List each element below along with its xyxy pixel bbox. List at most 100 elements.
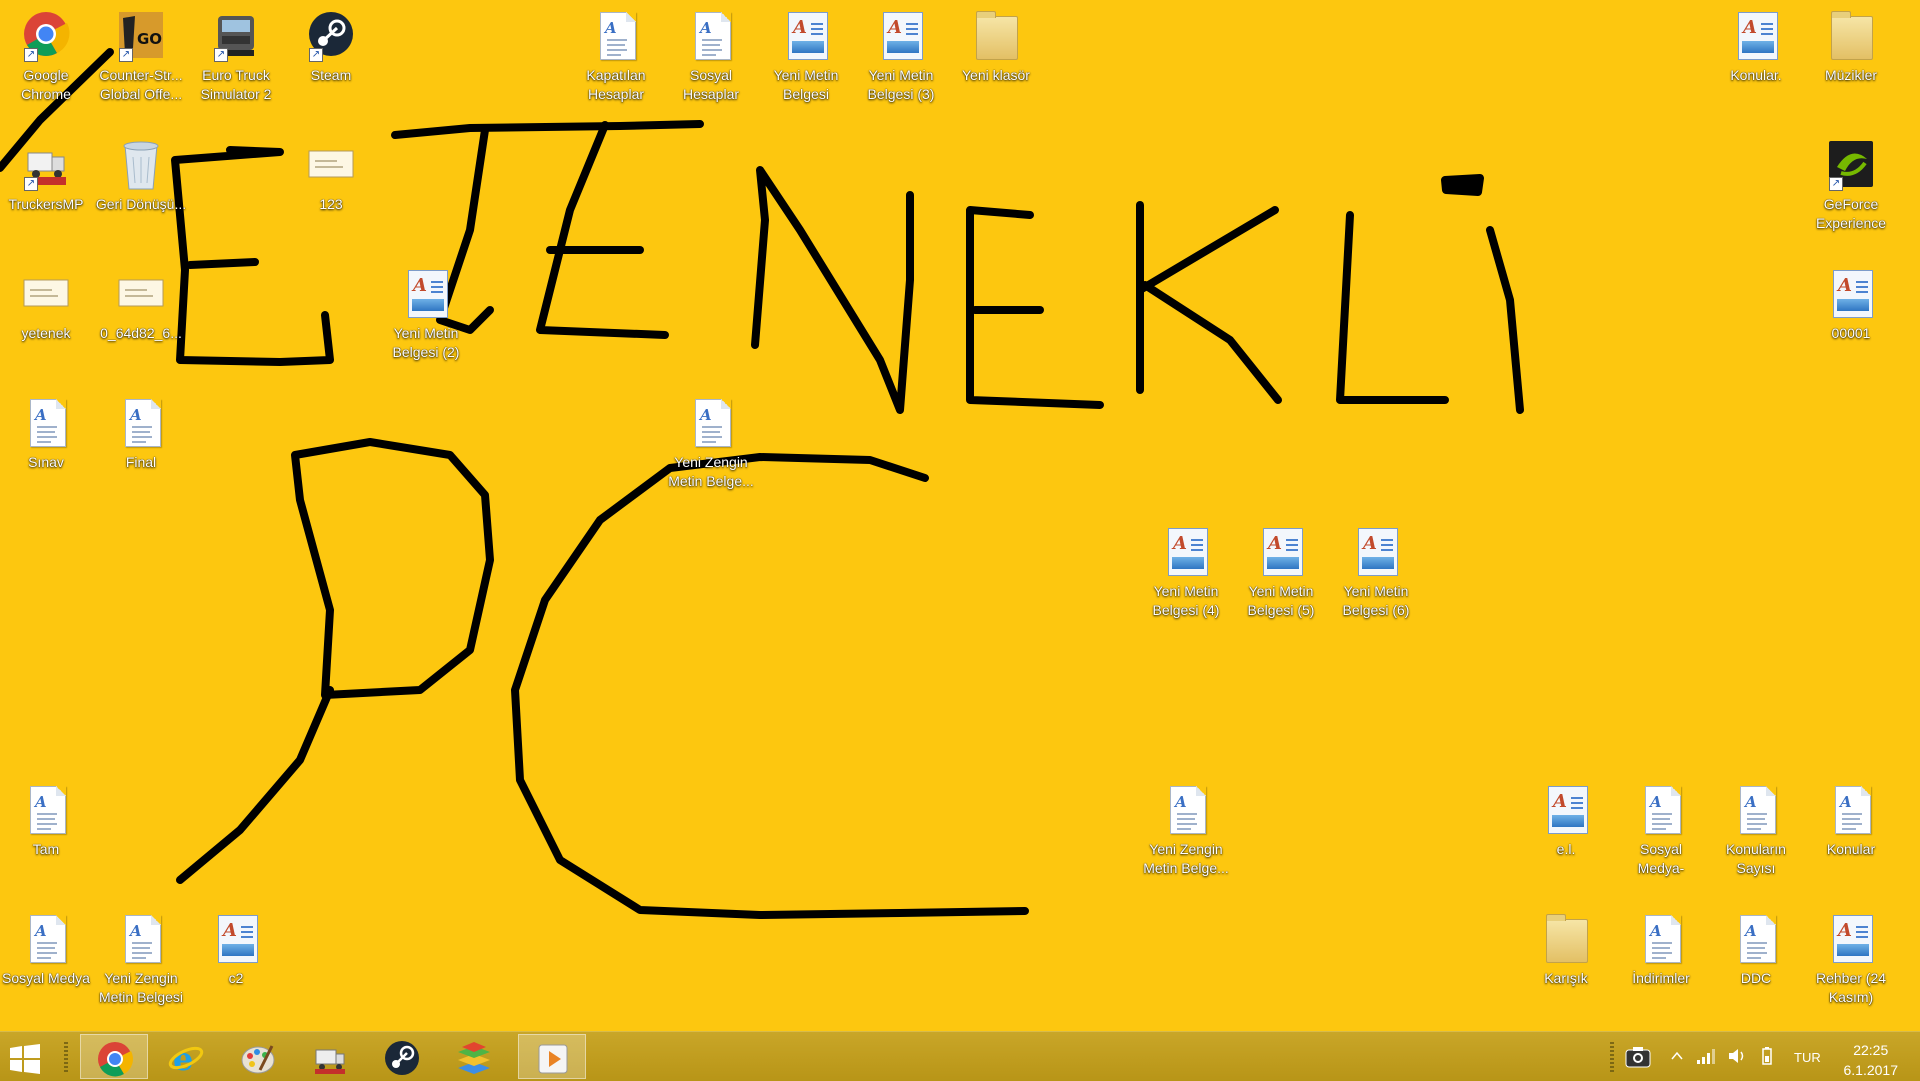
desktop-icon-truckersmp[interactable]: ↗ TruckersMP	[0, 133, 92, 214]
desktop-icon-rehber[interactable]: A Rehber (24 Kasım)	[1805, 907, 1897, 1007]
image-file-icon	[308, 150, 354, 178]
desktop-icon-muzikler[interactable]: Müzikler	[1805, 4, 1897, 85]
folder-icon	[1831, 11, 1873, 60]
taskbar-truckersmp-button[interactable]	[296, 1034, 364, 1079]
desktop-icon-label: yetenek	[21, 325, 71, 341]
wordpad-document-icon: A	[1833, 915, 1873, 963]
desktop-icon-img-64d82[interactable]: 0_64d82_6...	[95, 262, 187, 343]
desktop-icon-csgo[interactable]: GO ↗ Counter-Str... Global Offe...	[95, 4, 187, 104]
network-icon[interactable]	[1696, 1047, 1716, 1065]
media-player-icon	[538, 1044, 568, 1074]
desktop-icon-yeni-zengin-2[interactable]: A Yeni Zengin Metin Belge...	[1140, 778, 1232, 878]
document-icon: A	[1740, 915, 1776, 963]
desktop-icon-label: DDC	[1740, 970, 1772, 986]
wordpad-document-icon: A	[1358, 528, 1398, 576]
desktop-icon-geri-donusum[interactable]: Geri Dönüşü...	[95, 133, 187, 214]
desktop-icon-euro-truck[interactable]: ↗ Euro Truck Simulator 2	[190, 4, 282, 104]
clock[interactable]: 22:25 6.1.2017	[1844, 1040, 1899, 1080]
desktop-icon-image: A	[1827, 266, 1875, 322]
taskbar-chrome-button[interactable]	[80, 1034, 148, 1079]
wordpad-document-icon: A	[218, 915, 258, 963]
show-hidden-icons-icon[interactable]	[1670, 1050, 1684, 1062]
document-icon: A	[600, 12, 636, 60]
recycle-bin-icon	[123, 141, 159, 190]
desktop-icon-label: Müzikler	[1824, 67, 1878, 83]
desktop-icon-geforce[interactable]: ↗ GeForce Experience	[1805, 133, 1897, 233]
desktop-icon-image: A	[402, 266, 450, 322]
desktop-icon-yeni-zengin-3[interactable]: A Yeni Zengin Metin Belgesi	[95, 907, 187, 1007]
svg-text:e: e	[173, 1040, 193, 1076]
desktop-icon-yeni-metin-belgesi-4[interactable]: A Yeni Metin Belgesi (4)	[1140, 520, 1232, 620]
desktop-icon-karisik[interactable]: Karışık	[1520, 907, 1612, 988]
volume-icon[interactable]	[1727, 1047, 1747, 1065]
wordpad-document-icon: A	[883, 12, 923, 60]
desktop-icon-label: Konular	[1826, 841, 1876, 857]
wordpad-document-icon: A	[1263, 528, 1303, 576]
image-file-icon	[118, 279, 164, 307]
document-icon: A	[1645, 915, 1681, 963]
wordpad-document-icon: A	[408, 270, 448, 318]
taskbar-paint-button[interactable]	[224, 1034, 292, 1079]
desktop-icon-label: Yeni Zengin Metin Belge...	[668, 454, 754, 489]
windows-logo-icon	[10, 1044, 40, 1074]
shortcut-arrow-icon: ↗	[214, 48, 228, 62]
desktop-icon-image: ↗	[307, 8, 355, 64]
power-icon[interactable]	[1758, 1046, 1776, 1066]
desktop-icon-konular-top[interactable]: A Konular.	[1710, 4, 1802, 85]
desktop-icon-image: A	[22, 395, 70, 451]
desktop-icon-yeni-klasor[interactable]: Yeni klasör	[950, 4, 1042, 85]
desktop-icon-ddc[interactable]: A DDC	[1710, 907, 1802, 988]
desktop-icon-label: Google Chrome	[21, 67, 71, 102]
desktop-icon-image: ↗	[212, 8, 260, 64]
desktop-icon-file-00001[interactable]: A 00001	[1805, 262, 1897, 343]
steam-icon	[385, 1041, 419, 1075]
desktop-icon-label: Yeni Metin Belgesi (5)	[1247, 583, 1315, 618]
desktop-icon-sinav[interactable]: A Sınav	[0, 391, 92, 472]
desktop-icon-image: ↗	[22, 137, 70, 193]
desktop-icon-tam[interactable]: A Tam	[0, 778, 92, 859]
desktop-icon-final[interactable]: A Final	[95, 391, 187, 472]
desktop-icon-yeni-metin-belgesi-5[interactable]: A Yeni Metin Belgesi (5)	[1235, 520, 1327, 620]
taskbar-steam-button[interactable]	[368, 1034, 436, 1079]
desktop-icon-konular-bottom[interactable]: A Konular	[1805, 778, 1897, 859]
desktop-icon-c2[interactable]: Ac2	[190, 907, 282, 988]
desktop-icon-label: Sosyal Hesaplar	[682, 67, 740, 102]
desktop-icon-sosyal-medya-right[interactable]: A Sosyal Medya-	[1615, 778, 1707, 878]
desktop-icon-label: 0_64d82_6...	[100, 325, 182, 341]
screenshot-tool-icon[interactable]	[1625, 1046, 1651, 1068]
desktop-icon-yeni-zengin-1[interactable]: A Yeni Zengin Metin Belge...	[665, 391, 757, 491]
paint-icon	[241, 1045, 275, 1074]
taskbar-ie-button[interactable]: e	[152, 1034, 220, 1079]
desktop-icon-yeni-metin-belgesi-2[interactable]: A Yeni Metin Belgesi (2)	[380, 262, 472, 362]
desktop-icon-kapatilan-hesaplar[interactable]: A Kapatılan Hesaplar	[570, 4, 662, 104]
desktop-icon-image: A	[1637, 782, 1685, 838]
taskbar-bluestacks-button[interactable]	[440, 1034, 508, 1079]
desktop-icon-sosyal-hesaplar[interactable]: A Sosyal Hesaplar	[665, 4, 757, 104]
desktop-icon-image: A	[1827, 782, 1875, 838]
taskbar-grip-right[interactable]	[1610, 1042, 1614, 1074]
desktop-icon-label: Yeni Metin Belgesi (4)	[1152, 583, 1220, 618]
desktop-icon-sosyal-medya[interactable]: A Sosyal Medya	[0, 907, 92, 988]
truckersmp-icon	[315, 1049, 345, 1074]
desktop-icon-image: A	[687, 395, 735, 451]
taskbar-media-button[interactable]	[518, 1034, 586, 1079]
taskbar-grip[interactable]	[64, 1042, 68, 1074]
desktop-icon-image	[117, 137, 165, 193]
desktop-icon-image: A	[22, 911, 70, 967]
desktop-icon-image: A	[1162, 524, 1210, 580]
desktop-icon-file-123[interactable]: 123	[285, 133, 377, 214]
desktop-icon-steam[interactable]: ↗ Steam	[285, 4, 377, 85]
desktop-icon-konularin-sayisi[interactable]: A Konuların Sayısı	[1710, 778, 1802, 878]
desktop-icon-label: TruckersMP	[8, 196, 84, 212]
desktop-icon-yeni-metin-belgesi-6[interactable]: A Yeni Metin Belgesi (6)	[1330, 520, 1422, 620]
desktop-icon-yetenek[interactable]: yetenek	[0, 262, 92, 343]
start-button[interactable]	[10, 1044, 40, 1074]
desktop-icon-google-chrome[interactable]: ↗ Google Chrome	[0, 4, 92, 104]
clock-date: 6.1.2017	[1843, 1062, 1899, 1078]
desktop-icon-yeni-metin-belgesi-3[interactable]: A Yeni Metin Belgesi (3)	[855, 4, 947, 104]
input-language-indicator[interactable]: TUR	[1794, 1050, 1821, 1065]
desktop-icon-yeni-metin-belgesi[interactable]: A Yeni Metin Belgesi	[760, 4, 852, 104]
desktop-icon-indirimler[interactable]: A İndirimler	[1615, 907, 1707, 988]
desktop-icon-image: A	[117, 395, 165, 451]
desktop-icon-el[interactable]: Ae.l.	[1520, 778, 1612, 859]
